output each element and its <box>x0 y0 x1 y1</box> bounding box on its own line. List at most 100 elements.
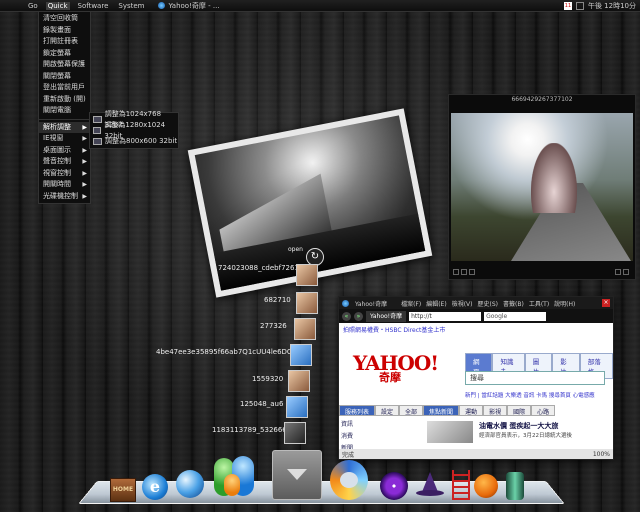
promo-link[interactable]: 拍照網易權費・HSBC Direct基金上市 <box>343 325 445 334</box>
stack-thumbnail[interactable] <box>296 292 318 314</box>
stack-thumbnail[interactable] <box>290 344 312 366</box>
taskbar-item-browser[interactable]: Yahoo!奇摩 - ... <box>158 1 220 11</box>
stack-item-label[interactable]: 724023088_cdebf7261e <box>218 264 303 272</box>
swirl-app-icon[interactable] <box>330 460 368 500</box>
lantern-icon[interactable] <box>506 472 524 500</box>
menu-item-label: 開關時間 <box>43 180 71 188</box>
browser-titlebar[interactable]: Yahoo!奇摩 檔案(F) 編輯(E) 檢視(V) 歷史(S) 書籤(B) 工… <box>339 297 613 309</box>
volume-icon[interactable] <box>575 2 584 10</box>
tab-more[interactable]: 心路 <box>531 405 556 416</box>
menu-item-label: 光碟機控制 <box>43 191 78 200</box>
menu-item-screen-off[interactable]: 關閉螢幕 <box>39 71 90 83</box>
stack-thumbnail[interactable] <box>286 396 308 418</box>
menu-item-resolution[interactable]: 解析調整 ▶ <box>39 121 90 133</box>
menu-view[interactable]: 檢視(V) <box>452 299 473 308</box>
messenger-buddy-orange <box>224 474 240 496</box>
menu-item-timer[interactable]: 開關時間 ▶ <box>39 179 90 191</box>
zoom-level[interactable]: 100% <box>593 451 610 458</box>
menu-item-logout[interactable]: 登出當前用戶 <box>39 82 90 94</box>
photo-viewer[interactable]: 6669429267377102 <box>448 94 636 280</box>
stack-thumbnail[interactable] <box>288 370 310 392</box>
yahoo-search-input[interactable]: 搜尋 <box>465 371 605 385</box>
url-field[interactable]: http://t <box>409 311 482 321</box>
menu-bookmarks[interactable]: 書籤(B) <box>503 299 524 308</box>
menu-item-record-screen[interactable]: 錄製畫面 <box>39 25 90 37</box>
stack-item-label[interactable]: 1183113789_532666 <box>212 426 287 434</box>
close-icon[interactable]: × <box>602 299 610 307</box>
back-icon[interactable]: « <box>342 311 351 321</box>
stack-item-label[interactable]: 682710 <box>264 296 291 304</box>
menu-item-cd-control[interactable]: 光碟機控制 ▶ <box>39 191 90 203</box>
service-item[interactable]: 消費 <box>341 431 421 440</box>
pumpkin-icon[interactable] <box>474 474 498 498</box>
tab-sports[interactable]: 運動 <box>459 405 484 416</box>
menu-item-lock-screen[interactable]: 鎖定螢幕 <box>39 48 90 60</box>
tab-international[interactable]: 國際 <box>507 405 532 416</box>
news-headline[interactable]: 油電水價 蛋疾起一大大旅 <box>479 421 558 431</box>
internet-explorer-icon[interactable]: e <box>142 474 168 500</box>
hat-cone <box>422 472 438 492</box>
stack-drop-icon[interactable] <box>272 450 322 500</box>
quick-links[interactable]: 新門 | 當紅話題 大樂透 音訊 卡馬 搜尋首頁 心電感應 <box>465 391 595 399</box>
tab-services[interactable]: 服務列表 <box>339 405 376 416</box>
menu-help[interactable]: 說明(H) <box>554 299 575 308</box>
menu-item-open-registry[interactable]: 打開註冊表 <box>39 36 90 48</box>
menu-separator <box>39 118 90 120</box>
menu-item-desktop-icons[interactable]: 桌面圖示 ▶ <box>39 145 90 157</box>
home-icon[interactable]: HOME <box>110 478 136 502</box>
close-icon[interactable] <box>623 269 629 275</box>
menu-file[interactable]: 檔案(F) <box>401 299 421 308</box>
menu-software[interactable]: Software <box>76 2 111 10</box>
service-item[interactable]: 資訊 <box>341 419 421 428</box>
search-field[interactable]: Google <box>484 311 547 321</box>
browser-tab[interactable]: Yahoo!奇摩 <box>366 310 407 322</box>
tab-entertainment[interactable]: 影視 <box>483 405 508 416</box>
menu-item-shutdown[interactable]: 關閉電腦 <box>39 105 90 117</box>
menu-history[interactable]: 歷史(S) <box>478 299 499 308</box>
stack-thumbnail[interactable] <box>294 318 316 340</box>
menu-system[interactable]: System <box>116 2 146 10</box>
viewer-tools <box>615 269 631 277</box>
wizard-hat-icon[interactable] <box>416 472 444 498</box>
tab-headlines[interactable]: 焦點新聞 <box>423 405 460 416</box>
menu-item-window-control[interactable]: 視窗控制 ▶ <box>39 168 90 180</box>
messenger-icon[interactable] <box>210 452 260 500</box>
browser-window[interactable]: Yahoo!奇摩 檔案(F) 編輯(E) 檢視(V) 歷史(S) 書籤(B) 工… <box>338 296 614 460</box>
menu-item-restart[interactable]: 重新啟動 (開) <box>39 94 90 106</box>
ladder-icon[interactable] <box>452 470 470 500</box>
menu-item-screensaver[interactable]: 開啟螢幕保護 <box>39 59 90 71</box>
stack-item-label[interactable]: 1559320 <box>252 375 283 383</box>
open-label: open <box>288 246 303 253</box>
prev-icon[interactable] <box>453 269 459 275</box>
stack-thumbnail[interactable] <box>296 264 318 286</box>
forward-icon[interactable]: » <box>354 311 363 321</box>
resolution-800[interactable]: 調整為800x600 32bit <box>90 136 178 147</box>
taskbar-item-label: Yahoo!奇摩 - ... <box>168 1 220 10</box>
play-icon[interactable] <box>461 269 467 275</box>
tab-settings[interactable]: 設定 <box>375 405 400 416</box>
stack-thumbnail[interactable] <box>284 422 306 444</box>
tab-all[interactable]: 全部 <box>399 405 424 416</box>
news-summary: 經濟部官員表示，3月22日總統大選後 <box>479 433 572 439</box>
news-image[interactable] <box>427 421 473 443</box>
globe-icon[interactable] <box>176 470 204 498</box>
calendar-icon[interactable]: 11 <box>563 2 572 10</box>
resize-icon[interactable] <box>615 269 621 275</box>
menu-tools[interactable]: 工具(T) <box>529 299 549 308</box>
stack-item-label[interactable]: 4be47ee3e35895f66ab7Q1cUU4le6DCC <box>156 348 297 356</box>
stack-item-label[interactable]: 277326 <box>260 322 287 330</box>
menu-item-empty-trash[interactable]: 清空回收筒 <box>39 13 90 25</box>
menu-item-label: 聲音控制 <box>43 157 71 165</box>
menu-quick[interactable]: Quick <box>45 1 70 10</box>
figure <box>531 143 577 213</box>
stack-item-label[interactable]: 125048_au6 <box>240 400 283 408</box>
clock[interactable]: 午後 12時10分 <box>588 1 636 11</box>
cd-player-icon[interactable] <box>380 472 408 500</box>
page-content: 拍照網易權費・HSBC Direct基金上市 YAHOO! 奇摩 網頁 知識+ … <box>339 323 613 459</box>
menu-item-sound[interactable]: 聲音控制 ▶ <box>39 156 90 168</box>
resolution-1280[interactable]: 調整為1280x1024 32bit <box>90 121 178 140</box>
menu-go[interactable]: Go <box>26 2 40 10</box>
menu-item-ie-window[interactable]: IE視窗 ▶ <box>39 133 90 145</box>
menu-edit[interactable]: 編輯(E) <box>426 299 446 308</box>
next-icon[interactable] <box>469 269 475 275</box>
